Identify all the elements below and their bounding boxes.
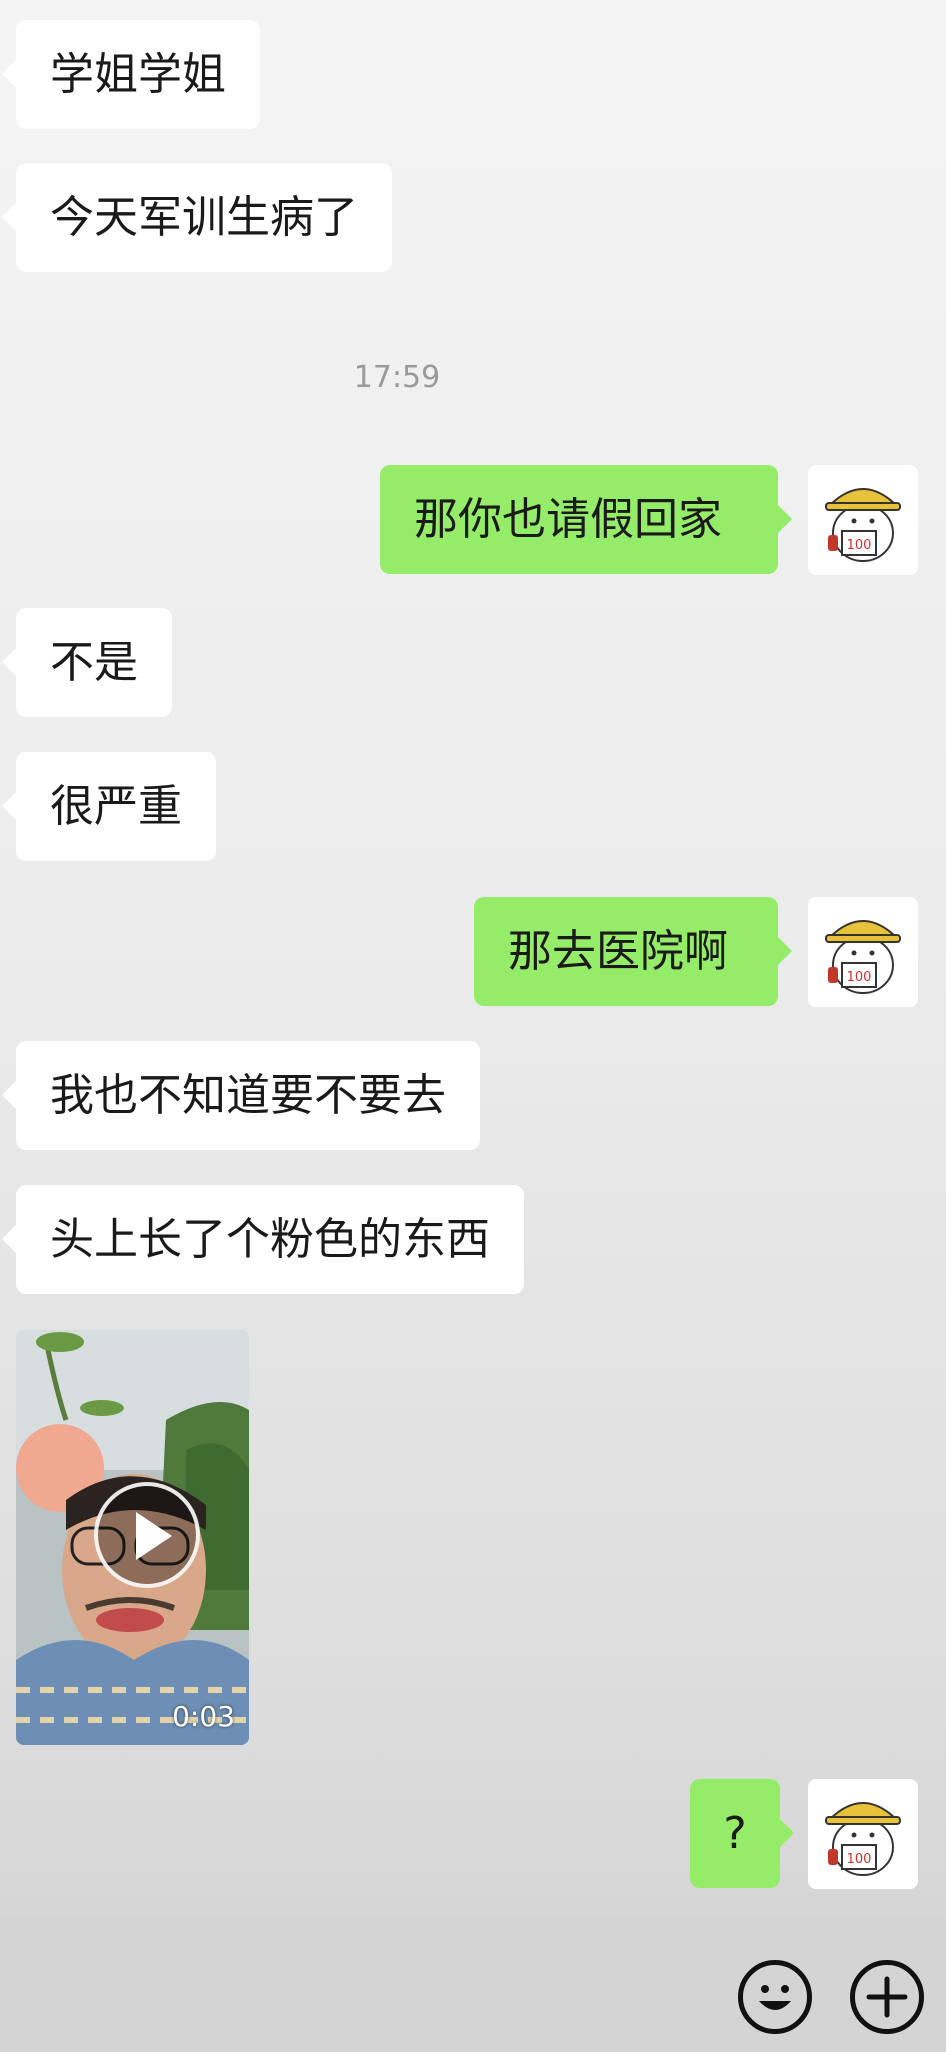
play-icon[interactable] bbox=[94, 1482, 200, 1588]
message-bubble-incoming[interactable]: 今天军训生病了 bbox=[2, 163, 392, 272]
message-bubble-incoming[interactable]: 学姐学姐 bbox=[2, 20, 260, 129]
message-bubble-outgoing[interactable]: ? bbox=[690, 1779, 794, 1888]
message-timestamp: 17:59 bbox=[353, 360, 441, 395]
user-avatar[interactable]: 100 bbox=[808, 465, 918, 575]
message-text: 那去医院啊 bbox=[508, 925, 728, 977]
plus-glyph bbox=[866, 1976, 908, 2018]
bear-avatar-icon: 100 bbox=[825, 920, 901, 994]
avatar-badge-text: 100 bbox=[847, 970, 872, 985]
avatar-badge-text: 100 bbox=[847, 538, 872, 553]
emoji-icon[interactable] bbox=[738, 1960, 812, 2034]
user-avatar[interactable]: 100 bbox=[808, 897, 918, 1007]
video-duration: 0:03 bbox=[172, 1700, 235, 1733]
message-bubble-incoming[interactable]: 我也不知道要不要去 bbox=[2, 1041, 480, 1150]
message-text: 我也不知道要不要去 bbox=[50, 1069, 446, 1121]
bear-avatar-icon: 100 bbox=[825, 488, 901, 562]
message-text: 那你也请假回家 bbox=[414, 493, 722, 545]
message-bubble-incoming[interactable]: 不是 bbox=[2, 608, 172, 717]
message-bubble-incoming[interactable]: 头上长了个粉色的东西 bbox=[2, 1185, 524, 1294]
bear-avatar-icon: 100 bbox=[825, 1802, 901, 1876]
plus-icon[interactable] bbox=[850, 1960, 924, 2034]
message-text: 今天军训生病了 bbox=[50, 191, 358, 243]
message-text: 很严重 bbox=[50, 780, 182, 832]
message-bubble-incoming[interactable]: 很严重 bbox=[2, 752, 216, 861]
message-bubble-outgoing[interactable]: 那你也请假回家 bbox=[380, 465, 792, 574]
avatar-badge-text: 100 bbox=[847, 1852, 872, 1867]
emoji-face-glyph bbox=[759, 1985, 791, 2010]
message-text: 学姐学姐 bbox=[50, 48, 226, 100]
message-text: 头上长了个粉色的东西 bbox=[50, 1213, 490, 1265]
message-bubble-outgoing[interactable]: 那去医院啊 bbox=[474, 897, 792, 1006]
video-message[interactable]: 0:03 bbox=[16, 1330, 249, 1745]
message-text: 不是 bbox=[50, 636, 138, 688]
message-text: ? bbox=[723, 1807, 747, 1859]
user-avatar[interactable]: 100 bbox=[808, 1779, 918, 1889]
